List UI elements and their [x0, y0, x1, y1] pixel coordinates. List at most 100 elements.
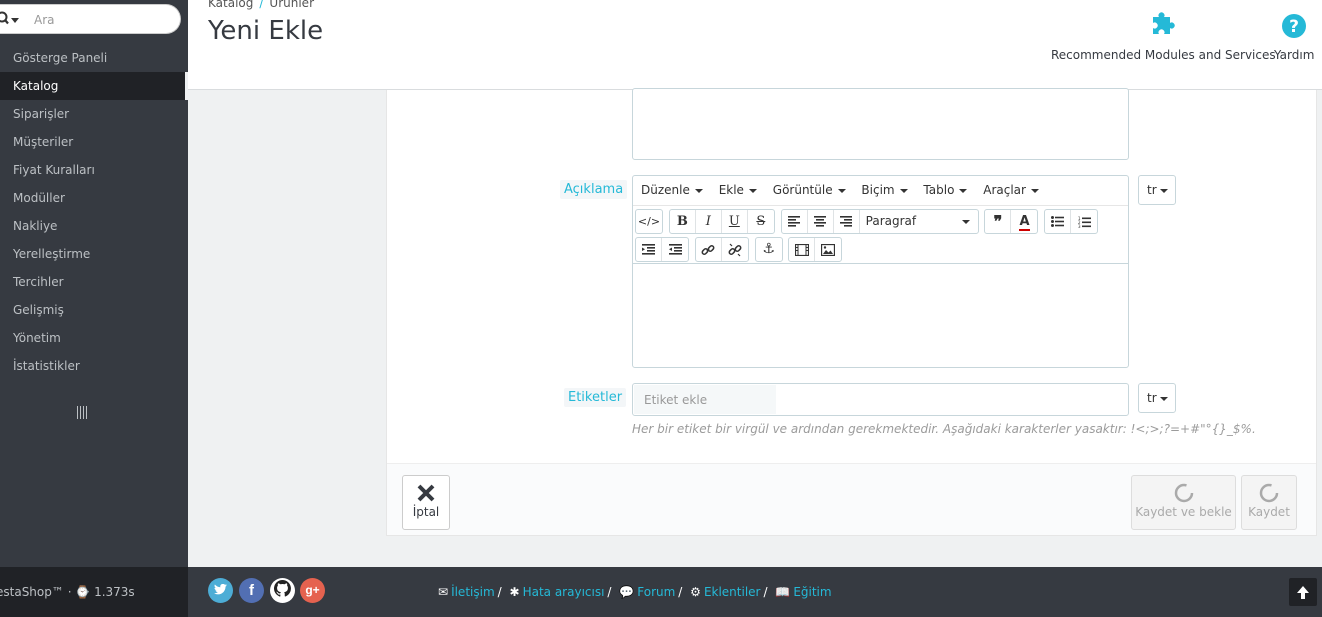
nav-item-modules[interactable]: Modüller: [0, 184, 188, 212]
product-form-panel: Açıklama Düzenle Ekle Görüntüle Biçim Ta…: [386, 88, 1317, 536]
editor-menu-table[interactable]: Tablo: [923, 176, 968, 206]
unlink-icon[interactable]: [722, 238, 748, 261]
nav-item-price-rules[interactable]: Fiyat Kuralları: [0, 156, 188, 184]
footer-links: ✉ İletişim / ✱ Hata arayıcısı / 💬 Forum / ⚙ Ekl…: [438, 585, 832, 599]
bold-icon[interactable]: B: [670, 210, 696, 233]
format-select[interactable]: Paragraf: [860, 210, 978, 233]
page-title: Yeni Ekle: [208, 16, 324, 46]
envelope-icon: ✉: [438, 585, 449, 599]
search-type-caret-icon[interactable]: [11, 18, 19, 23]
footer-version: estaShop™ · ⌚ 1.373s: [0, 567, 188, 617]
main-nav: Gösterge Paneli Katalog Siparişler Müşte…: [0, 44, 188, 380]
nav-item-statistics[interactable]: İstatistikler: [0, 352, 188, 380]
loading-spinner-icon: [1174, 483, 1193, 503]
nav-item-customers[interactable]: Müşteriler: [0, 128, 188, 156]
outdent-icon[interactable]: [636, 238, 662, 261]
svg-text:3: 3: [1078, 224, 1081, 228]
puzzle-icon: [1153, 12, 1175, 35]
twitter-icon[interactable]: [208, 578, 233, 603]
editor-menu-edit[interactable]: Düzenle: [641, 176, 703, 206]
editor-toolbar: </> BIUS Paragraf ❞ A 123 ⚓: [633, 206, 1128, 264]
help-label: Yardım: [1274, 48, 1315, 62]
cancel-label: İptal: [412, 505, 440, 519]
description-language-select[interactable]: tr: [1138, 175, 1176, 205]
sidebar: Gösterge Paneli Katalog Siparişler Müşte…: [0, 0, 188, 567]
anchor-icon[interactable]: ⚓: [756, 238, 782, 261]
tags-language-select[interactable]: tr: [1138, 383, 1176, 413]
tags-hint: Her bir etiket bir virgül ve ardından ge…: [632, 422, 1256, 436]
recommended-modules-button[interactable]: Recommended Modules and Services: [1051, 12, 1276, 62]
save-and-stay-button[interactable]: Kaydet ve bekle: [1131, 475, 1236, 530]
loading-spinner-icon: [1259, 483, 1279, 503]
breadcrumb: Katalog / Ürünler: [208, 0, 314, 10]
close-icon: [417, 484, 435, 502]
nav-item-dashboard[interactable]: Gösterge Paneli: [0, 44, 188, 72]
description-label: Açıklama: [560, 180, 628, 199]
version-text: estaShop™ · ⌚ 1.373s: [0, 585, 135, 599]
align-left-icon[interactable]: [782, 210, 808, 233]
save-button[interactable]: Kaydet: [1241, 475, 1297, 530]
link-icon[interactable]: [696, 238, 722, 261]
align-right-icon[interactable]: [834, 210, 860, 233]
recommended-modules-label: Recommended Modules and Services: [1051, 48, 1276, 62]
breadcrumb-products[interactable]: Ürünler: [269, 0, 314, 10]
comments-icon: 💬: [619, 585, 635, 599]
nav-item-shipping[interactable]: Nakliye: [0, 212, 188, 240]
underline-icon[interactable]: U: [722, 210, 748, 233]
nav-item-localization[interactable]: Yerelleştirme: [0, 240, 188, 268]
nav-item-preferences[interactable]: Tercihler: [0, 268, 188, 296]
bug-icon: ✱: [509, 585, 520, 599]
breadcrumb-separator: /: [259, 0, 264, 10]
editor-menu-tools[interactable]: Araçlar: [983, 176, 1039, 206]
summary-editor-area[interactable]: [632, 88, 1129, 160]
nav-item-orders[interactable]: Siparişler: [0, 100, 188, 128]
tags-field: [632, 383, 1129, 416]
page-header: Katalog / Ürünler Yeni Ekle Recommended Mo…: [188, 0, 1322, 90]
nav-item-advanced[interactable]: Gelişmiş: [0, 296, 188, 324]
source-code-icon[interactable]: </>: [636, 210, 662, 233]
indent-icon[interactable]: [662, 238, 688, 261]
tags-input[interactable]: [634, 385, 776, 414]
book-icon: 📖: [775, 585, 791, 599]
tags-label: Etiketler: [564, 388, 627, 407]
collapse-sidebar-icon[interactable]: [77, 406, 90, 420]
page-footer: estaShop™ · ⌚ 1.373s f g+ ✉ İletişim / ✱ Ha…: [0, 567, 1322, 617]
editor-menubar: Düzenle Ekle Görüntüle Biçim Tablo Araçl…: [633, 176, 1128, 206]
arrow-up-icon: [1297, 586, 1309, 599]
help-button[interactable]: ? Yardım: [1274, 12, 1314, 62]
nav-item-catalog[interactable]: Katalog: [0, 72, 188, 100]
save-and-stay-label: Kaydet ve bekle: [1135, 505, 1232, 519]
numbered-list-icon[interactable]: 123: [1071, 210, 1097, 233]
footer-link-bug-tracker[interactable]: Hata arayıcısı: [523, 585, 605, 599]
facebook-icon[interactable]: f: [239, 578, 264, 603]
search-input[interactable]: [28, 9, 168, 31]
nav-item-administration[interactable]: Yönetim: [0, 324, 188, 352]
breadcrumb-catalog[interactable]: Katalog: [208, 0, 253, 10]
search-box: [0, 4, 181, 34]
help-icon: ?: [1282, 14, 1307, 38]
italic-icon[interactable]: I: [696, 210, 722, 233]
cancel-button[interactable]: İptal: [402, 475, 450, 530]
puzzle-icon: ⚙: [690, 585, 701, 599]
blockquote-icon[interactable]: ❞: [985, 210, 1012, 233]
text-color-icon[interactable]: A: [1011, 210, 1037, 233]
media-icon[interactable]: [789, 238, 816, 261]
google-plus-icon[interactable]: g+: [300, 578, 325, 603]
strikethrough-icon[interactable]: S: [748, 210, 774, 233]
footer-link-forum[interactable]: Forum: [637, 585, 675, 599]
form-actions: İptal Kaydet ve bekle Kaydet: [387, 463, 1316, 535]
editor-content-area[interactable]: [633, 264, 1128, 367]
github-icon[interactable]: [270, 578, 295, 603]
svg-text:?: ?: [1289, 17, 1299, 37]
footer-link-addons[interactable]: Eklentiler: [704, 585, 761, 599]
footer-link-training[interactable]: Eğitim: [793, 585, 831, 599]
scroll-to-top-button[interactable]: [1289, 578, 1317, 606]
align-center-icon[interactable]: [808, 210, 834, 233]
image-icon[interactable]: [815, 238, 841, 261]
bullet-list-icon[interactable]: [1045, 210, 1072, 233]
editor-menu-insert[interactable]: Ekle: [719, 176, 757, 206]
save-label: Kaydet: [1248, 505, 1290, 519]
footer-link-contact[interactable]: İletişim: [451, 585, 495, 599]
editor-menu-format[interactable]: Biçim: [861, 176, 908, 206]
editor-menu-view[interactable]: Görüntüle: [773, 176, 846, 206]
